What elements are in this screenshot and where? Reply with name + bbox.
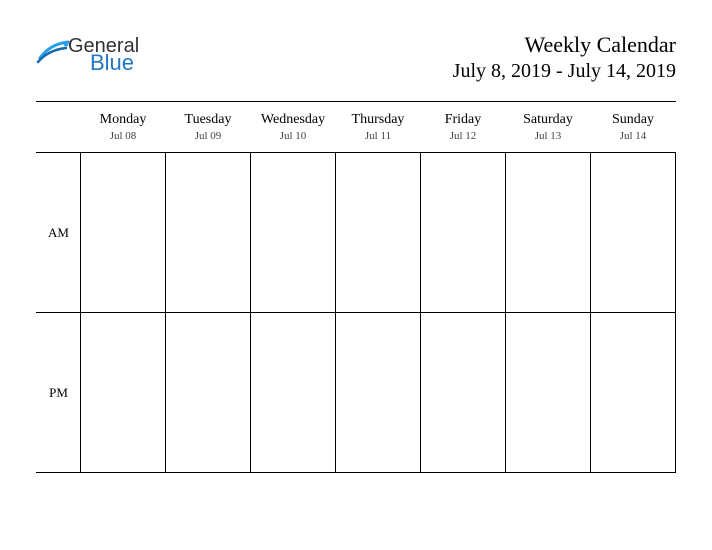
day-header: Monday [81, 102, 166, 130]
title-block: Weekly Calendar July 8, 2019 - July 14, … [453, 32, 676, 83]
calendar-cell [251, 153, 336, 313]
header-corner [37, 130, 81, 153]
header-corner [37, 102, 81, 130]
calendar-cell [506, 153, 591, 313]
calendar-cell [81, 313, 166, 473]
period-row-am: AM [37, 153, 676, 313]
day-date: Jul 14 [591, 130, 676, 153]
calendar-cell [336, 153, 421, 313]
day-header: Sunday [591, 102, 676, 130]
day-date: Jul 12 [421, 130, 506, 153]
period-label-am: AM [37, 153, 81, 313]
weekly-calendar-table: Monday Tuesday Wednesday Thursday Friday… [36, 102, 676, 473]
date-range: July 8, 2019 - July 14, 2019 [453, 60, 676, 83]
day-header: Tuesday [166, 102, 251, 130]
day-date: Jul 11 [336, 130, 421, 153]
day-date: Jul 09 [166, 130, 251, 153]
calendar-cell [591, 153, 676, 313]
calendar-cell [421, 313, 506, 473]
calendar-cell [166, 153, 251, 313]
calendar-cell [336, 313, 421, 473]
header-row: General Blue Weekly Calendar July 8, 201… [36, 32, 676, 83]
day-date-row: Jul 08 Jul 09 Jul 10 Jul 11 Jul 12 Jul 1… [37, 130, 676, 153]
logo: General Blue [36, 32, 139, 74]
calendar-cell [166, 313, 251, 473]
day-date: Jul 10 [251, 130, 336, 153]
day-date: Jul 08 [81, 130, 166, 153]
day-header: Saturday [506, 102, 591, 130]
calendar-cell [251, 313, 336, 473]
day-header: Thursday [336, 102, 421, 130]
calendar-cell [81, 153, 166, 313]
day-date: Jul 13 [506, 130, 591, 153]
day-header: Wednesday [251, 102, 336, 130]
page-title: Weekly Calendar [453, 32, 676, 58]
period-label-pm: PM [37, 313, 81, 473]
calendar-wrap: Monday Tuesday Wednesday Thursday Friday… [36, 101, 676, 473]
logo-text: General Blue [68, 36, 139, 74]
day-header: Friday [421, 102, 506, 130]
period-row-pm: PM [37, 313, 676, 473]
calendar-cell [506, 313, 591, 473]
calendar-cell [421, 153, 506, 313]
calendar-cell [591, 313, 676, 473]
logo-word-blue: Blue [90, 52, 139, 74]
day-name-row: Monday Tuesday Wednesday Thursday Friday… [37, 102, 676, 130]
globe-swoosh-icon [36, 34, 70, 68]
